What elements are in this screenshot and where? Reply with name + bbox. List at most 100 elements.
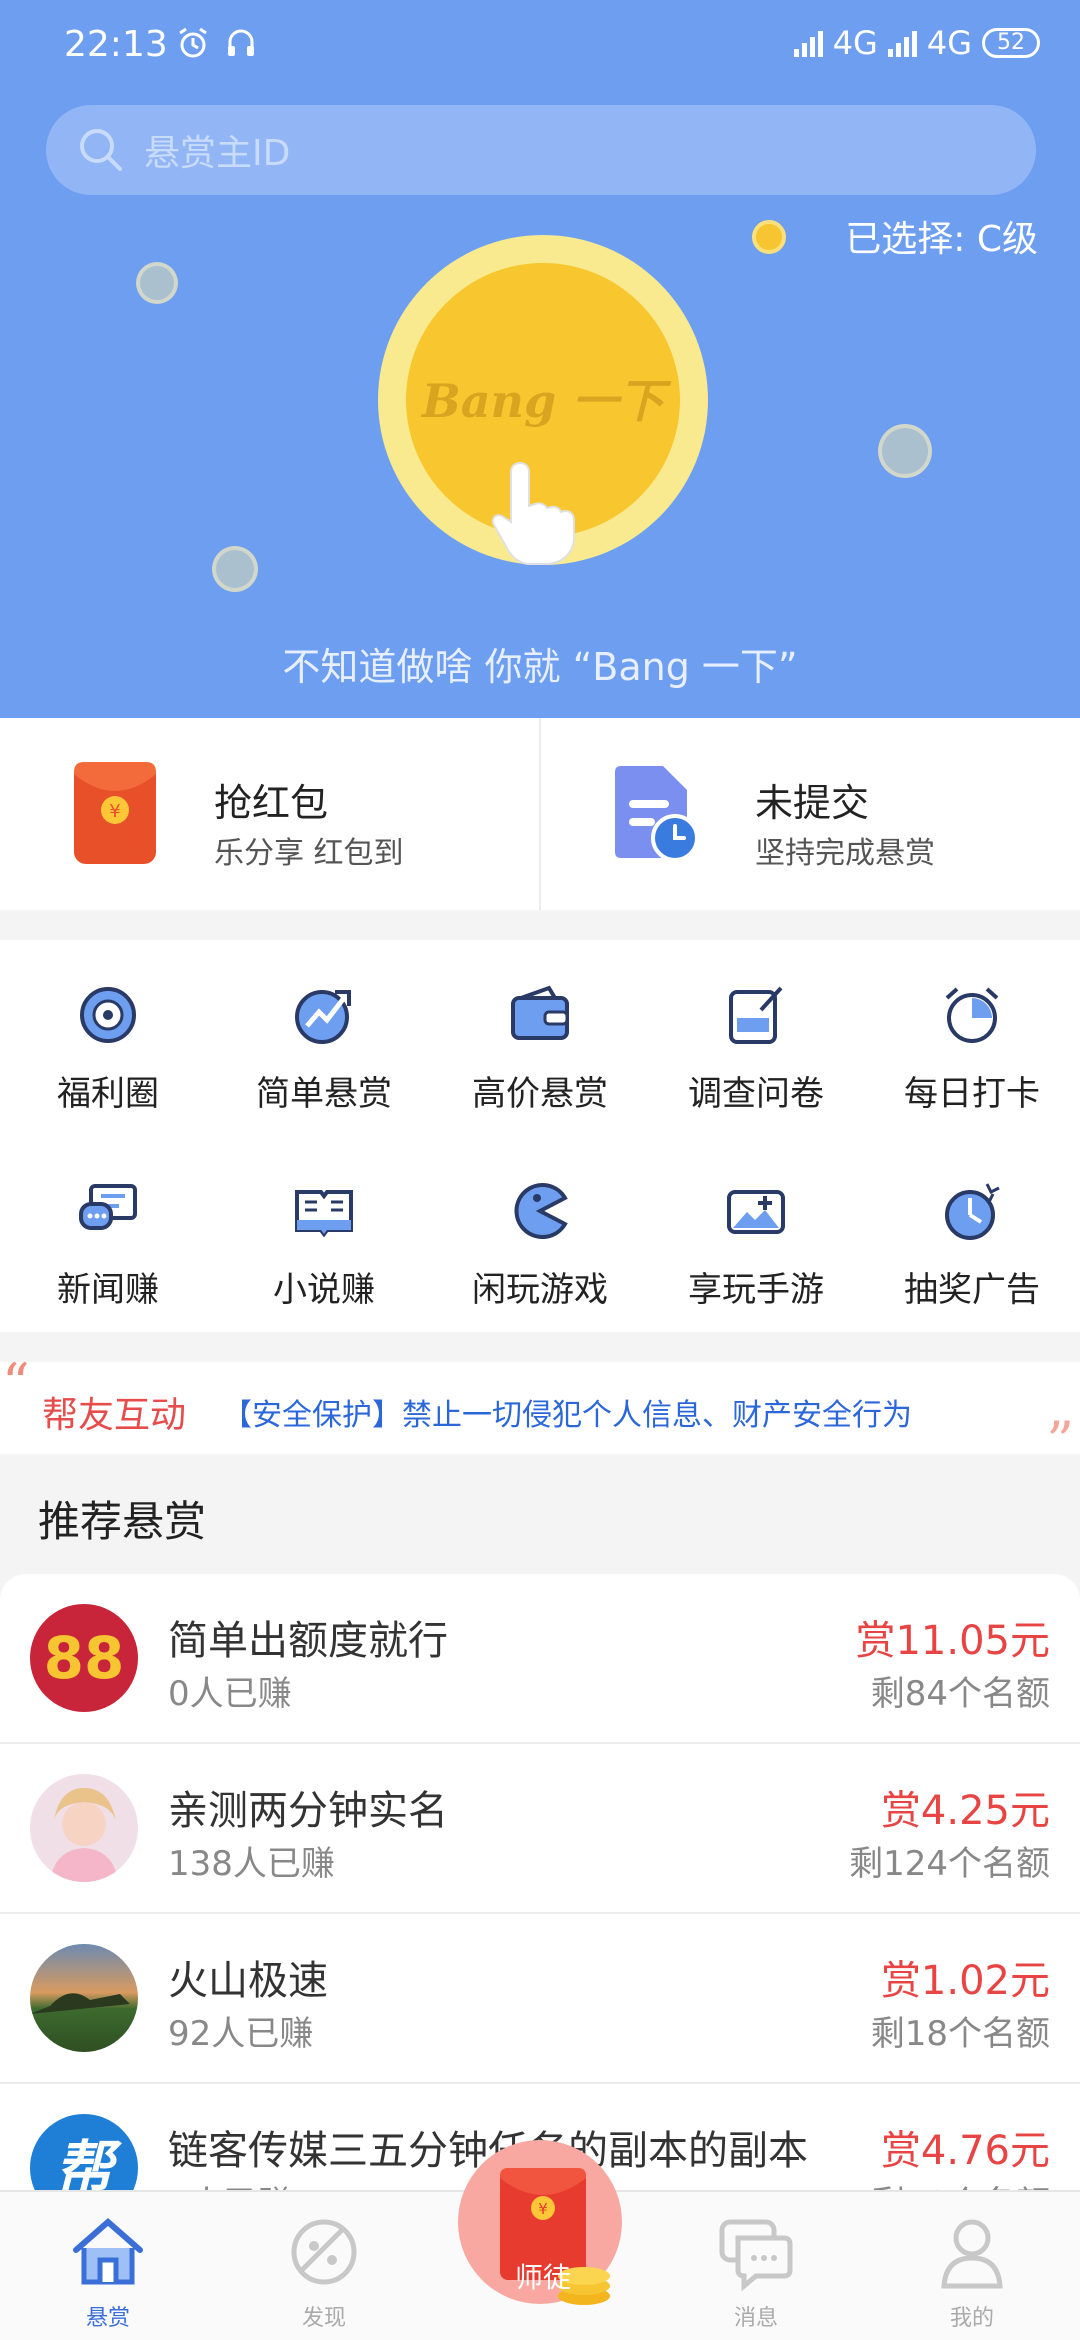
notice-brand: 帮友互动 <box>42 1395 187 1436</box>
coin-icon <box>212 546 258 592</box>
grid-item-news[interactable]: 新闻赚 <box>0 1180 216 1311</box>
quick-card-subtitle: 乐分享 红包到 <box>214 836 404 871</box>
lottery-dial-icon <box>945 1183 1000 1240</box>
grid-label: 福利圈 <box>57 1074 159 1114</box>
discover-icon <box>291 2219 357 2285</box>
coin-icon <box>752 220 786 254</box>
book-icon <box>295 1190 353 1238</box>
status-time: 22:13 <box>64 24 168 65</box>
alarm-clock-icon <box>945 987 999 1043</box>
grid-label: 享玩手游 <box>688 1270 824 1310</box>
task-row[interactable]: 火山极速 92人已赚 赏1.02元 剩18个名额 <box>0 1914 1080 2084</box>
task-reward: 赏1.02元 <box>880 1958 1050 2004</box>
avatar <box>30 1944 138 2052</box>
news-chat-icon <box>79 1184 137 1230</box>
signal-icon <box>887 29 917 57</box>
quote-open-icon: “ <box>2 1352 30 1415</box>
search-bar[interactable]: 悬赏主ID <box>46 105 1036 195</box>
tab-mentor[interactable]: ¥ 师徒 <box>458 2140 622 2305</box>
task-reward: 赏4.76元 <box>880 2128 1050 2174</box>
avatar-text: 88 <box>44 1624 125 1692</box>
quick-card-red-envelope[interactable]: ¥ 抢红包 乐分享 红包到 <box>0 718 539 910</box>
task-remaining: 剩18个名额 <box>870 2014 1050 2054</box>
task-row[interactable]: 亲测两分钟实名 138人已赚 赏4.25元 剩124个名额 <box>0 1744 1080 1914</box>
grid-item-simple-bounty[interactable]: 简单悬赏 <box>216 984 432 1115</box>
tab-bounty[interactable]: 悬赏 <box>38 2212 178 2332</box>
coin-icon <box>136 262 178 304</box>
header-hero: 22:13 4G 4G 52 悬赏主ID 已选择: C级 Bang 一下 不知道… <box>0 0 1080 718</box>
avatar <box>30 1774 138 1882</box>
grid-item-survey[interactable]: 调查问卷 <box>648 984 864 1115</box>
message-icon <box>719 2219 793 2292</box>
quick-card-unsubmitted[interactable]: 未提交 坚持完成悬赏 <box>539 718 1080 910</box>
svg-text:¥: ¥ <box>109 801 120 822</box>
bang-label: Bang 一下 <box>421 374 665 428</box>
tagline: 不知道做啥 你就 “Bang 一下” <box>282 645 798 689</box>
alarm-icon <box>179 27 207 58</box>
tab-profile[interactable]: 我的 <box>902 2212 1042 2332</box>
grid-label: 简单悬赏 <box>256 1074 392 1114</box>
battery-indicator: 52 <box>982 28 1040 58</box>
quick-card-title: 抢红包 <box>214 781 329 825</box>
pacman-icon <box>514 1183 568 1239</box>
task-remaining: 剩84个名额 <box>870 1674 1050 1714</box>
tab-messages[interactable]: 消息 <box>686 2212 826 2332</box>
grid-label: 小说赚 <box>273 1270 375 1310</box>
tab-label: 发现 <box>301 2306 346 2331</box>
feature-grid: 福利圈 简单悬赏 高价悬赏 调查问卷 每日打卡 新闻赚 小说赚 闲玩游戏 享玩手… <box>0 940 1080 1332</box>
tab-label: 师徒 <box>514 2261 571 2294</box>
tab-label: 悬赏 <box>85 2306 130 2331</box>
task-earned: 0人已赚 <box>168 1674 292 1714</box>
task-row[interactable]: 88 简单出额度就行 0人已赚 赏11.05元 剩84个名额 <box>0 1574 1080 1744</box>
headset-icon <box>228 29 254 56</box>
notice-banner[interactable]: “ 帮友互动 【安全保护】禁止一切侵犯个人信息、财产安全行为 ” <box>0 1352 1080 1473</box>
user-icon <box>941 2219 1003 2289</box>
grid-label: 每日打卡 <box>904 1074 1040 1114</box>
home-icon <box>73 2218 143 2285</box>
task-title: 简单出额度就行 <box>168 1618 448 1664</box>
svg-text:¥: ¥ <box>538 2200 548 2218</box>
grid-item-high-bounty[interactable]: 高价悬赏 <box>432 984 648 1115</box>
hand-pointer-icon <box>491 461 575 565</box>
search-input[interactable]: 悬赏主ID <box>144 124 290 176</box>
grid-item-welfare[interactable]: 福利圈 <box>0 984 216 1115</box>
avatar: 88 <box>30 1604 138 1712</box>
gamepad-icon <box>727 1190 785 1234</box>
network-label-2: 4G <box>926 24 972 62</box>
quote-close-icon: ” <box>1046 1410 1074 1473</box>
bang-button[interactable]: Bang 一下 <box>378 235 708 565</box>
grid-item-novel[interactable]: 小说赚 <box>216 1180 432 1311</box>
grid-label: 新闻赚 <box>57 1270 159 1310</box>
grid-item-mobile-games[interactable]: 享玩手游 <box>648 1180 864 1311</box>
wallet-icon <box>511 985 569 1040</box>
quick-actions: ¥ 抢红包 乐分享 红包到 未提交 坚持完成悬赏 <box>0 718 1080 910</box>
task-title: 火山极速 <box>168 1958 328 2004</box>
search-icon <box>80 129 122 171</box>
task-earned: 138人已赚 <box>168 1844 335 1884</box>
quick-card-subtitle: 坚持完成悬赏 <box>755 836 935 871</box>
task-earned: 92人已赚 <box>168 2014 314 2054</box>
selected-level[interactable]: 已选择: C级 <box>845 210 1038 262</box>
disc-icon <box>80 987 136 1043</box>
task-title: 亲测两分钟实名 <box>168 1788 448 1834</box>
status-bar: 22:13 4G 4G 52 <box>0 0 1080 96</box>
tab-label: 消息 <box>733 2306 778 2331</box>
grid-item-daily-checkin[interactable]: 每日打卡 <box>864 984 1080 1115</box>
document-clock-icon <box>615 766 699 862</box>
task-reward: 赏11.05元 <box>855 1618 1050 1664</box>
red-envelope-icon: ¥ <box>74 762 156 864</box>
tab-discover[interactable]: 发现 <box>254 2212 394 2332</box>
coin-icon <box>878 424 932 478</box>
task-remaining: 剩124个名额 <box>849 1844 1050 1884</box>
grid-label: 高价悬赏 <box>472 1074 608 1114</box>
grid-item-casual-games[interactable]: 闲玩游戏 <box>432 1180 648 1311</box>
grid-label: 闲玩游戏 <box>472 1270 608 1310</box>
task-reward: 赏4.25元 <box>880 1788 1050 1834</box>
grid-item-lottery-ads[interactable]: 抽奖广告 <box>864 1180 1080 1311</box>
quick-card-title: 未提交 <box>755 781 870 825</box>
section-title-recommended: 推荐悬赏 <box>38 1497 207 1546</box>
signal-icon <box>793 29 823 57</box>
network-label-1: 4G <box>832 24 878 62</box>
grid-label: 抽奖广告 <box>904 1270 1040 1310</box>
survey-pen-icon <box>729 986 783 1044</box>
